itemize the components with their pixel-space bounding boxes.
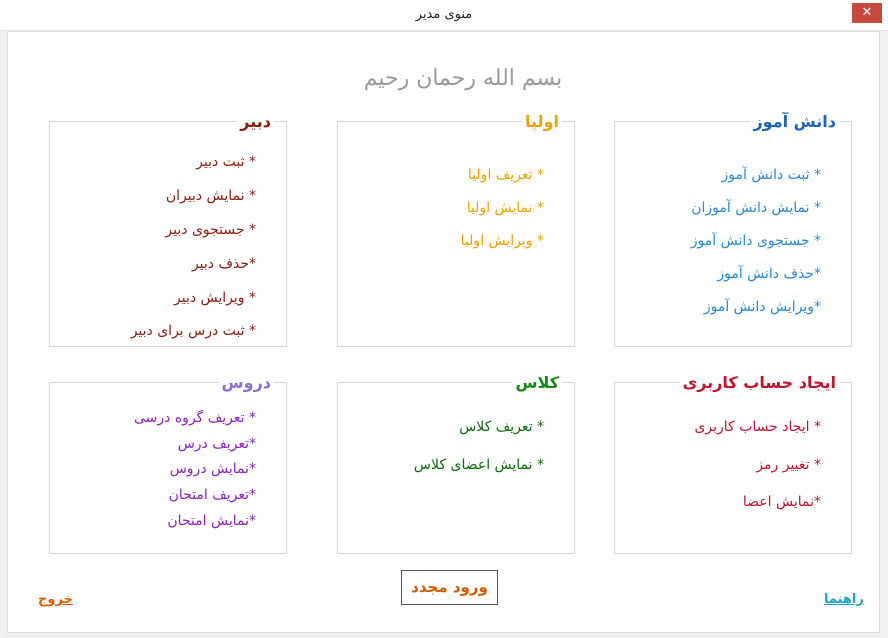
class-group-title: کلاس (512, 373, 562, 392)
show-courses-link[interactable]: *نمایش دروس (170, 461, 256, 477)
delete-student-link[interactable]: *حذف دانش آموز (717, 266, 821, 282)
change-password-link[interactable]: * تغییر رمز (756, 457, 821, 473)
relogin-button[interactable]: ورود مجدد (401, 570, 498, 605)
account-group-title: ایجاد حساب کاربری (679, 373, 839, 392)
delete-teacher-link[interactable]: *حذف دبیر (192, 256, 256, 272)
window-title: منوی مدیر (415, 7, 473, 22)
exit-link[interactable]: خروج (38, 592, 73, 607)
create-account-link[interactable]: * ایجاد حساب کاربری (694, 419, 821, 435)
class-group: کلاس * تعریف کلاس * نمایش اعضای کلاس (337, 373, 575, 554)
assign-course-teacher-link[interactable]: * ثبت درس برای دبیر (131, 323, 256, 339)
account-group: ایجاد حساب کاربری * ایجاد حساب کاربری * … (614, 373, 852, 554)
student-group: دانش آموز * ثبت دانش آموز * نمایش دانش آ… (614, 112, 852, 347)
edit-student-link[interactable]: *ویرایش دانش آموز (704, 299, 821, 315)
courses-group-title: دروس (218, 373, 274, 392)
show-exam-link[interactable]: *نمایش امتحان (167, 513, 256, 529)
courses-group: دروس * تعریف گروه درسی *تعریف درس *نمایش… (49, 373, 287, 554)
show-members-link[interactable]: *نمایش اعضا (743, 494, 821, 510)
student-group-title: دانش آموز (750, 112, 839, 131)
show-class-members-link[interactable]: * نمایش اعضای کلاس (414, 457, 544, 473)
register-student-link[interactable]: * ثبت دانش آموز (722, 167, 821, 183)
define-class-link[interactable]: * تعریف کلاس (459, 419, 544, 435)
show-students-link[interactable]: * نمایش دانش آموزان (691, 200, 821, 216)
register-teacher-link[interactable]: * ثبت دبیر (196, 154, 256, 170)
edit-parents-link[interactable]: * ویرایش اولیا (461, 233, 544, 249)
define-parents-link[interactable]: * تعریف اولیا (468, 167, 544, 183)
search-teacher-link[interactable]: * جستجوی دبیر (165, 222, 256, 238)
show-teachers-link[interactable]: * نمایش دبیران (166, 188, 256, 204)
teacher-group-title: دبیر (237, 112, 274, 131)
define-course-group-link[interactable]: * تعریف گروه درسی (134, 410, 256, 426)
show-parents-link[interactable]: * نمایش اولیا (467, 200, 544, 216)
search-student-link[interactable]: * جستجوی دانش آموز (691, 233, 821, 249)
help-link[interactable]: راهنما (824, 592, 864, 607)
bismillah-heading: بسم الله رحمان رحیم (363, 66, 563, 91)
title-bar: منوی مدیر ✕ (0, 0, 888, 31)
parents-group-title: اولیا (522, 112, 562, 131)
edit-teacher-link[interactable]: * ویرایش دبیر (174, 290, 256, 306)
parents-group: اولیا * تعریف اولیا * نمایش اولیا * ویرا… (337, 112, 575, 347)
client-area: بسم الله رحمان رحیم دانش آموز * ثبت دانش… (7, 31, 880, 633)
teacher-group: دبیر * ثبت دبیر * نمایش دبیران * جستجوی … (49, 112, 287, 347)
define-course-link[interactable]: *تعریف درس (178, 436, 256, 452)
define-exam-link[interactable]: *تعریف امتحان (169, 487, 256, 503)
close-button[interactable]: ✕ (852, 3, 882, 23)
